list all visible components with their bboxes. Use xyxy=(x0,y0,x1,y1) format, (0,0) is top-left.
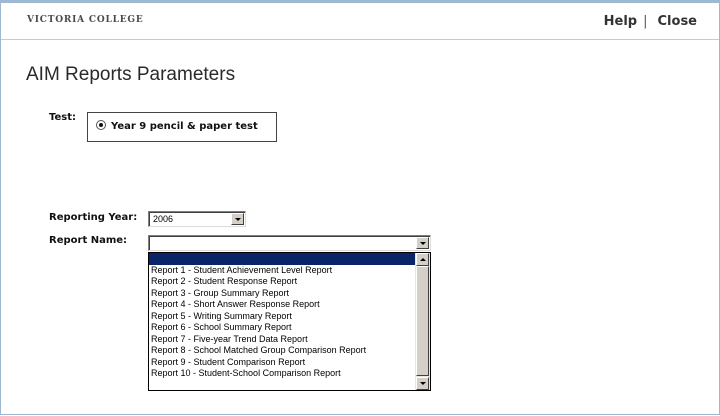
report-option-2[interactable]: Report 2 - Student Response Report xyxy=(149,276,415,288)
test-option-box: Year 9 pencil & paper test xyxy=(87,112,277,142)
top-bar: VICTORIA COLLEGE Help | Close xyxy=(1,0,719,40)
brand-name: VICTORIA COLLEGE xyxy=(27,15,144,25)
link-separator: | xyxy=(643,14,648,29)
chevron-down-icon[interactable] xyxy=(416,237,429,249)
report-option-4[interactable]: Report 4 - Short Answer Response Report xyxy=(149,299,415,311)
report-option-3[interactable]: Report 3 - Group Summary Report xyxy=(149,288,415,300)
reporting-year-select[interactable]: 2006 xyxy=(148,211,246,227)
help-link[interactable]: Help xyxy=(604,14,637,29)
test-label: Test: xyxy=(49,112,77,123)
report-options: Report 1 - Student Achievement Level Rep… xyxy=(149,253,415,390)
scrollbar-thumb[interactable] xyxy=(416,266,429,376)
report-name-dropdown-list[interactable]: Report 1 - Student Achievement Level Rep… xyxy=(148,252,431,391)
close-link[interactable]: Close xyxy=(658,14,697,29)
report-name-label: Report Name: xyxy=(49,235,128,246)
page-frame: VICTORIA COLLEGE Help | Close AIM Reports … xyxy=(0,0,720,415)
report-option-5[interactable]: Report 5 - Writing Summary Report xyxy=(149,311,415,323)
report-option-7[interactable]: Report 7 - Five-year Trend Data Report xyxy=(149,334,415,346)
report-option-blank[interactable] xyxy=(149,253,415,265)
page-title: AIM Reports Parameters xyxy=(26,64,236,85)
top-links: Help | Close xyxy=(604,14,697,29)
test-option-label[interactable]: Year 9 pencil & paper test xyxy=(111,121,258,132)
report-option-10[interactable]: Report 10 - Student-School Comparison Re… xyxy=(149,368,415,380)
report-option-1[interactable]: Report 1 - Student Achievement Level Rep… xyxy=(149,265,415,277)
arrow-up-icon[interactable] xyxy=(416,253,429,266)
list-scrollbar[interactable] xyxy=(415,253,430,390)
report-name-select[interactable] xyxy=(148,235,431,251)
radio-selected-icon[interactable] xyxy=(96,120,106,130)
chevron-down-icon[interactable] xyxy=(231,213,244,225)
report-option-6[interactable]: Report 6 - School Summary Report xyxy=(149,322,415,334)
report-option-9[interactable]: Report 9 - Student Comparison Report xyxy=(149,357,415,369)
arrow-down-icon[interactable] xyxy=(416,377,429,390)
reporting-year-value: 2006 xyxy=(153,214,174,224)
report-option-8[interactable]: Report 8 - School Matched Group Comparis… xyxy=(149,345,415,357)
reporting-year-label: Reporting Year: xyxy=(49,212,138,223)
